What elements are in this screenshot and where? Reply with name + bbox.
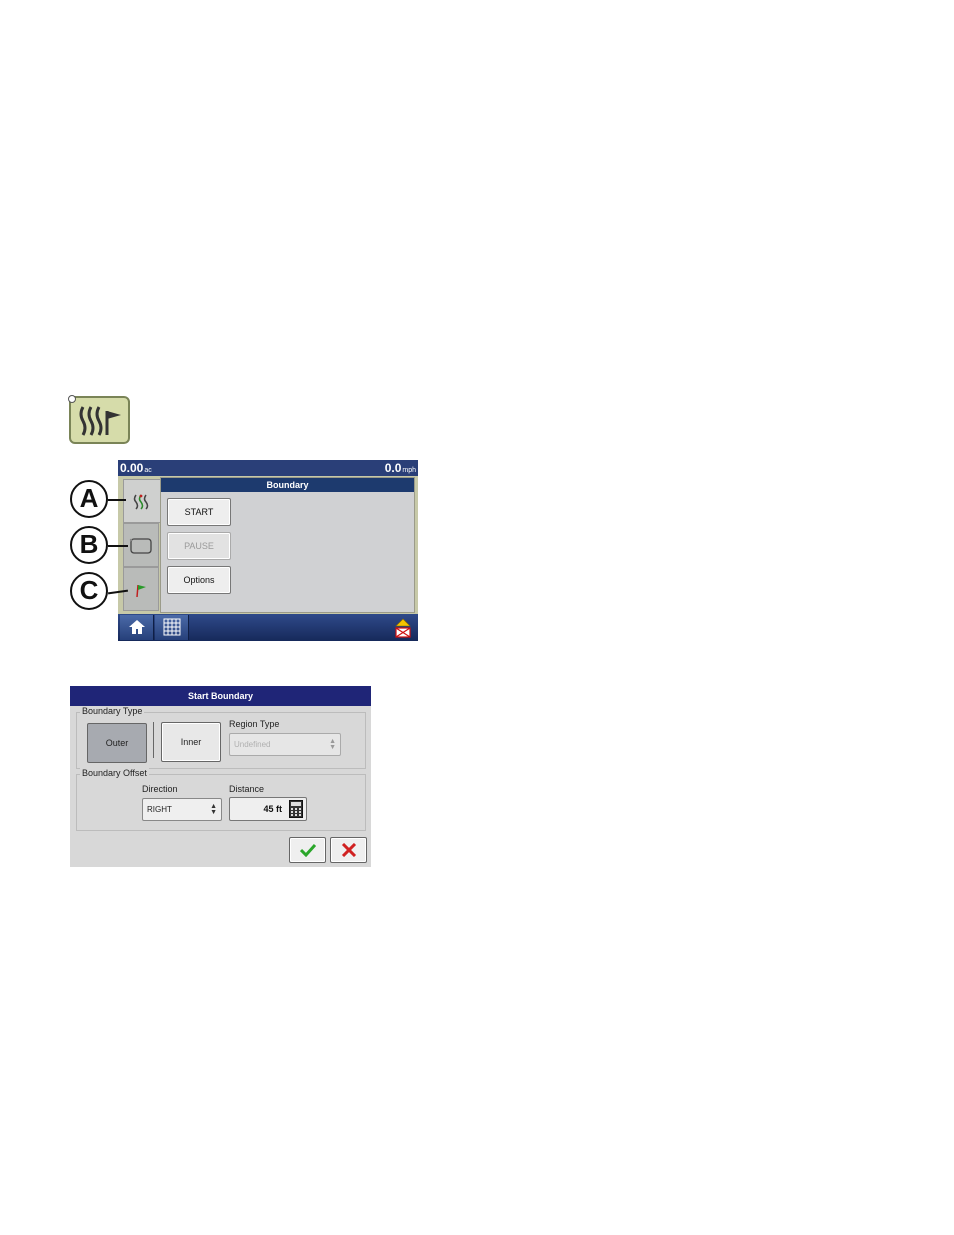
spinner-icon: ▲ ▼: [329, 738, 336, 751]
inner-button[interactable]: Inner: [161, 722, 221, 762]
region-type-select[interactable]: Undefined ▲ ▼: [229, 733, 341, 756]
outer-button[interactable]: Outer: [87, 723, 147, 763]
boundary-screen: 0.00ac 0.0mph Boundary START PAUSE Optio…: [118, 460, 418, 641]
options-button[interactable]: Options: [167, 566, 231, 594]
area-readout: 0.00ac: [120, 461, 152, 475]
direction-select[interactable]: RIGHT ▲ ▼: [142, 798, 222, 821]
callout-b: B: [70, 526, 108, 564]
tab-boundary[interactable]: [123, 479, 163, 523]
distance-field[interactable]: 45 ft: [229, 797, 307, 821]
alert-icon[interactable]: [394, 618, 412, 638]
region-type-value: Undefined: [234, 740, 271, 749]
direction-label: Direction: [142, 784, 178, 794]
boundary-app-icon[interactable]: [68, 395, 130, 444]
screen-body: Boundary START PAUSE Options: [118, 476, 418, 614]
home-icon: [129, 620, 145, 634]
start-button[interactable]: START: [167, 498, 231, 526]
status-bar: 0.00ac 0.0mph: [118, 460, 418, 476]
x-icon: [341, 843, 357, 857]
grid-icon: [163, 618, 181, 636]
grid-button[interactable]: [155, 615, 189, 640]
spinner-icon: ▲ ▼: [210, 803, 217, 816]
region-tab-icon: [129, 538, 152, 554]
home-button[interactable]: [120, 615, 154, 640]
cancel-button[interactable]: [330, 837, 367, 863]
bottom-toolbar: [118, 614, 418, 641]
boundary-lines-flag-icon: [79, 406, 121, 436]
boundary-tab-icon: [133, 494, 149, 510]
panel-title: Boundary: [161, 478, 414, 492]
boundary-offset-label: Boundary Offset: [80, 768, 149, 778]
boundary-panel: Boundary START PAUSE Options: [160, 477, 415, 613]
callout-c: C: [70, 572, 108, 610]
speed-readout: 0.0mph: [384, 461, 416, 475]
callout-a: A: [70, 480, 108, 518]
callout-b-arrow: [108, 545, 128, 547]
boundary-offset-group: Boundary Offset Direction RIGHT ▲ ▼ Dista…: [76, 768, 366, 831]
pause-button[interactable]: PAUSE: [167, 532, 231, 560]
boundary-type-label: Boundary Type: [80, 706, 145, 716]
callout-a-arrow: [108, 499, 126, 501]
flag-tab-icon: [136, 584, 146, 598]
check-icon: [300, 843, 316, 857]
dialog-title: Start Boundary: [70, 686, 371, 706]
direction-value: RIGHT: [147, 805, 172, 814]
region-type-label: Region Type: [229, 719, 280, 729]
tab-flag[interactable]: [123, 567, 159, 611]
distance-value: 45 ft: [263, 804, 282, 814]
icon-corner-dot: [68, 395, 76, 403]
tab-region[interactable]: [123, 523, 159, 567]
type-separator: [153, 722, 154, 758]
distance-label: Distance: [229, 784, 265, 794]
calculator-icon[interactable]: [289, 800, 303, 818]
ok-button[interactable]: [289, 837, 326, 863]
start-boundary-dialog: Start Boundary Boundary Type Outer Inner…: [70, 686, 371, 867]
boundary-type-group: Boundary Type Outer Inner Region Type Un…: [76, 706, 366, 769]
